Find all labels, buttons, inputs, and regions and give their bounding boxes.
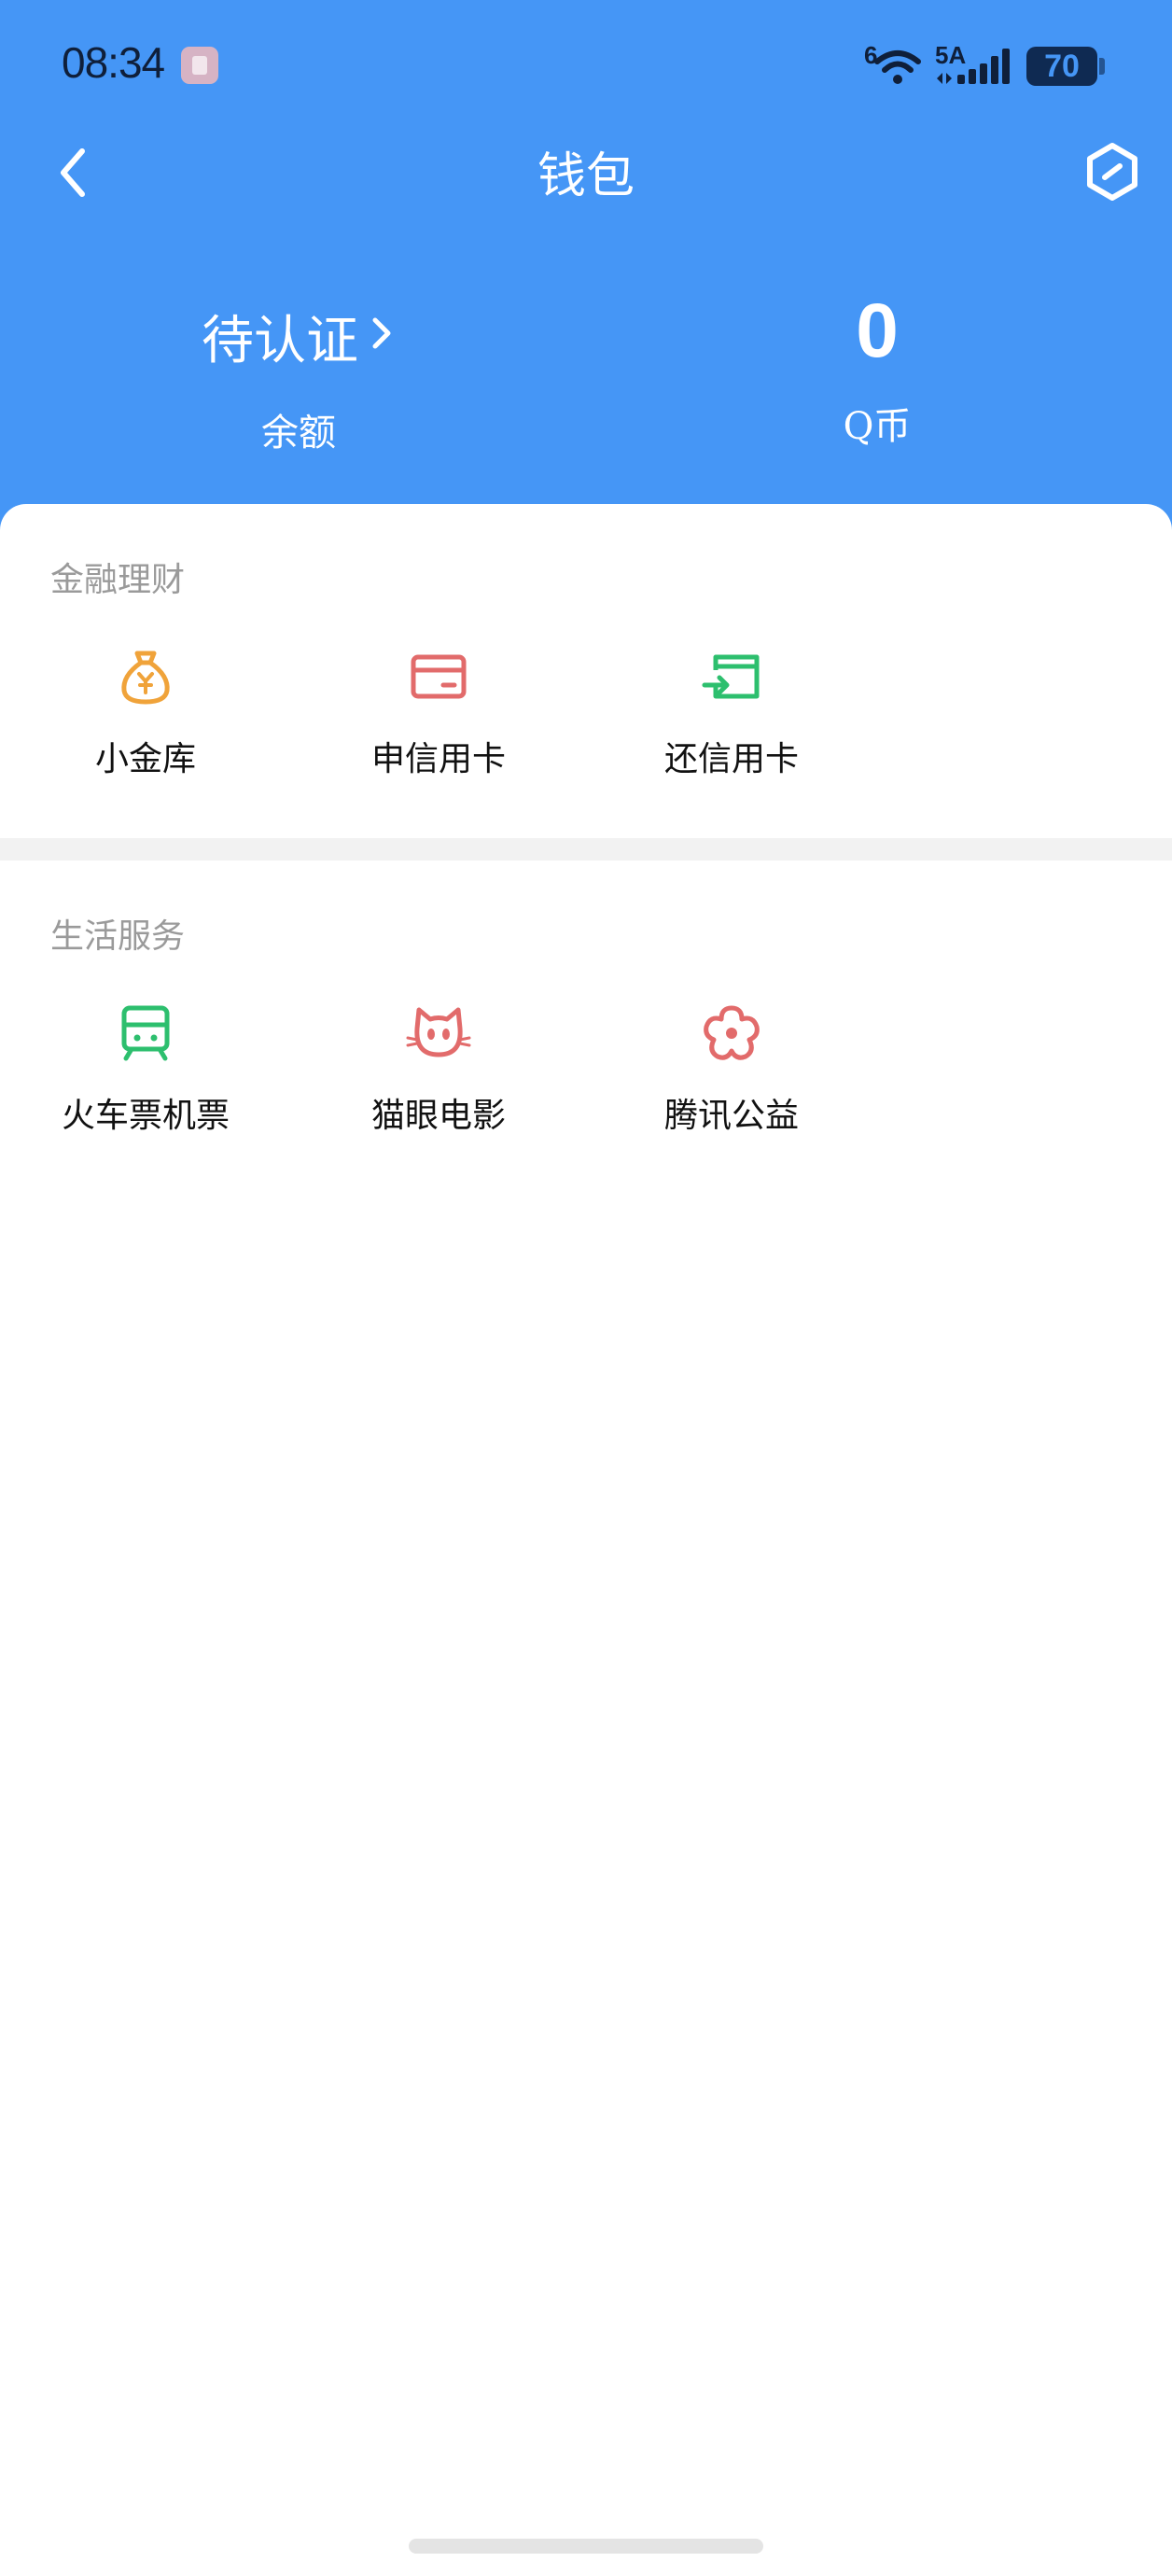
balance-status-text: 待认证	[202, 311, 358, 371]
grid-item-train-flight-tickets[interactable]: 火车票机票	[6, 1001, 286, 1137]
battery-indicator: 70	[1026, 47, 1097, 86]
qcoin-label: Q币	[843, 405, 912, 448]
qcoin-value: 0	[856, 288, 899, 373]
grid-item-small-vault[interactable]: 小金库	[6, 644, 286, 780]
grid-item-maoyan-movie[interactable]: 猫眼电影	[299, 1001, 579, 1137]
grid-item-label: 小金库	[94, 740, 196, 778]
wallet-header: 08:34 6 5A 70 钱包 待认证 余额 0 Q币	[0, 0, 1172, 541]
grid-item-repay-credit-card[interactable]: 还信用卡	[592, 644, 872, 780]
credit-card-icon	[411, 654, 467, 699]
page-title: 钱包	[537, 148, 635, 204]
grid-item-apply-credit-card[interactable]: 申信用卡	[299, 644, 579, 780]
grid-item-label: 申信用卡	[370, 740, 506, 778]
section-divider	[0, 838, 1172, 861]
section-title: 生活服务	[50, 917, 186, 956]
battery-tip	[1099, 58, 1105, 75]
balance-label: 余额	[261, 412, 336, 455]
money-bag-icon	[121, 651, 170, 705]
wifi-icon	[874, 50, 921, 84]
section-life-services: 生活服务 火车票机票 猫眼电影 腾讯公益	[0, 861, 1172, 1234]
hexagon-settings-icon	[1087, 143, 1137, 201]
grid-item-label: 腾讯公益	[663, 1097, 799, 1135]
section-title: 金融理财	[50, 561, 186, 599]
status-bar: 08:34 6 5A 70	[0, 0, 1172, 131]
balance-value: 待认证	[202, 299, 396, 374]
notification-app-icon	[181, 47, 218, 84]
settings-button[interactable]	[1079, 138, 1146, 205]
train-icon	[121, 1005, 170, 1061]
section-finance: 金融理财 小金库 申信用卡 还信用卡	[0, 504, 1172, 838]
cat-icon	[406, 1007, 471, 1057]
home-indicator[interactable]	[409, 2539, 763, 2554]
grid-item-label: 还信用卡	[663, 740, 799, 778]
wallet-content: 金融理财 小金库 申信用卡 还信用卡 生活服务 火车票机票 猫眼电影 腾讯公益	[0, 504, 1172, 2576]
status-time: 08:34	[62, 38, 165, 87]
flower-icon	[704, 1005, 760, 1060]
grid-item-tencent-charity[interactable]: 腾讯公益	[592, 1001, 872, 1137]
balance-block[interactable]: 待认证 余额	[131, 299, 467, 456]
grid-item-label: 火车票机票	[61, 1097, 230, 1135]
qcoin-block[interactable]: 0 Q币	[709, 289, 1045, 450]
card-repay-icon	[702, 654, 760, 699]
grid-item-label: 猫眼电影	[370, 1097, 506, 1135]
cell-signal-icon	[937, 49, 1010, 84]
chevron-right-icon	[368, 306, 396, 367]
